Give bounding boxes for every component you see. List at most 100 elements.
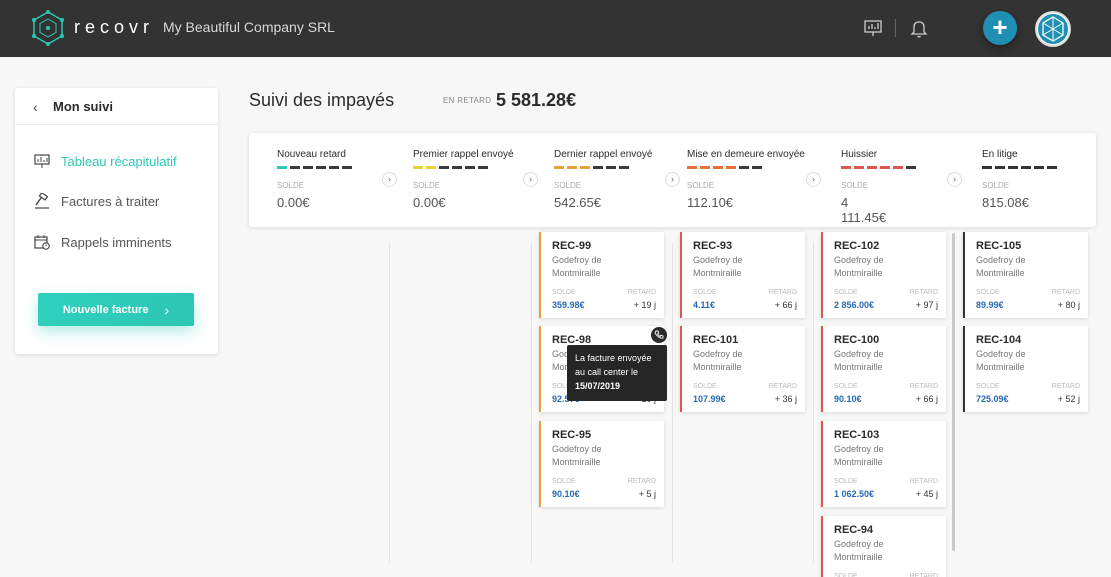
stage-dash xyxy=(329,166,339,169)
stage-dash xyxy=(465,166,475,169)
phone-icon[interactable] xyxy=(651,327,667,343)
retard-label: RETARD xyxy=(768,289,797,296)
invoice-card[interactable]: REC-101 Godefroy de Montmiraille SOLDE R… xyxy=(680,326,805,412)
new-invoice-button[interactable]: Nouvelle facture › xyxy=(38,293,194,326)
solde-label: SOLDE xyxy=(976,289,1000,296)
stage-dash xyxy=(906,166,916,169)
stage-amount: 112.10€ xyxy=(687,195,734,210)
invoice-balance: 90.10€ xyxy=(552,489,580,499)
stage-next-arrow-icon[interactable]: › xyxy=(947,172,962,187)
stage-dash xyxy=(982,166,992,169)
dashboard-icon xyxy=(33,152,51,170)
invoice-ref: REC-102 xyxy=(834,240,880,252)
stage-name: Huissier xyxy=(841,149,878,160)
stage-amount: 0.00€ xyxy=(413,195,446,210)
sidebar-item-invoices[interactable]: Factures à traiter xyxy=(33,191,213,211)
stage-next-arrow-icon[interactable]: › xyxy=(806,172,821,187)
invoice-ref: REC-93 xyxy=(693,240,733,252)
recovr-logo-icon[interactable] xyxy=(30,10,66,46)
invoice-client: Godefroy de Montmiraille xyxy=(552,255,602,278)
column-divider xyxy=(389,243,390,563)
stage-dash xyxy=(290,166,300,169)
invoice-ref: REC-100 xyxy=(834,334,880,346)
solde-label: SOLDE xyxy=(834,289,858,296)
invoice-balance: 725.09€ xyxy=(976,394,1009,404)
invoice-card[interactable]: REC-100 Godefroy de Montmiraille SOLDE R… xyxy=(821,326,946,412)
stage-progress xyxy=(277,166,355,169)
tooltip-line: au call center le xyxy=(575,367,639,377)
invoice-card[interactable]: REC-103 Godefroy de Montmiraille SOLDE R… xyxy=(821,421,946,507)
stage-progress xyxy=(413,166,491,169)
invoice-delay: + 97 j xyxy=(915,300,938,310)
stage-dash xyxy=(426,166,436,169)
column-divider xyxy=(531,243,532,563)
invoice-card[interactable]: REC-99 Godefroy de Montmiraille SOLDE RE… xyxy=(539,232,664,318)
invoice-balance: 1 062.50€ xyxy=(834,489,875,499)
invoice-balance: 89.99€ xyxy=(976,300,1004,310)
retard-label: RETARD xyxy=(1051,289,1080,296)
invoice-delay: + 45 j xyxy=(915,489,938,499)
stage-dash xyxy=(687,166,697,169)
chart-board-icon[interactable] xyxy=(862,17,884,39)
invoice-card[interactable]: REC-105 Godefroy de Montmiraille SOLDE R… xyxy=(963,232,1088,318)
solde-label: SOLDE xyxy=(834,383,858,390)
invoice-card[interactable]: REC-93 Godefroy de Montmiraille SOLDE RE… xyxy=(680,232,805,318)
invoice-delay: + 36 j xyxy=(774,394,797,404)
invoice-card[interactable]: REC-95 Godefroy de Montmiraille SOLDE RE… xyxy=(539,421,664,507)
calendar-clock-icon xyxy=(33,233,51,251)
back-chevron-icon[interactable]: ‹ xyxy=(33,99,38,115)
stage-amount: 0.00€ xyxy=(277,195,310,210)
stage-next-arrow-icon[interactable]: › xyxy=(523,172,538,187)
invoice-card[interactable]: REC-104 Godefroy de Montmiraille SOLDE R… xyxy=(963,326,1088,412)
column-divider xyxy=(672,243,673,563)
stage-next-arrow-icon[interactable]: › xyxy=(665,172,680,187)
stage-amount: 542.65€ xyxy=(554,195,601,210)
avatar[interactable] xyxy=(1035,11,1071,47)
stage-name: Nouveau retard xyxy=(277,149,346,160)
stage-next-arrow-icon[interactable]: › xyxy=(382,172,397,187)
bell-icon[interactable] xyxy=(908,17,930,39)
stage-dash xyxy=(1034,166,1044,169)
stage-dash xyxy=(413,166,423,169)
invoice-card[interactable]: REC-102 Godefroy de Montmiraille SOLDE R… xyxy=(821,232,946,318)
invoice-delay: + 80 j xyxy=(1057,300,1080,310)
retard-label: RETARD xyxy=(1051,383,1080,390)
stage-dash xyxy=(739,166,749,169)
stage-dash xyxy=(880,166,890,169)
stage-dash xyxy=(893,166,903,169)
invoice-card[interactable]: REC-94 Godefroy de Montmiraille SOLDE RE… xyxy=(821,516,946,577)
invoice-balance: 90.10€ xyxy=(834,394,862,404)
stage-dash xyxy=(726,166,736,169)
vertical-scrollbar[interactable] xyxy=(952,233,955,551)
stage-dash xyxy=(452,166,462,169)
company-name[interactable]: My Beautiful Company SRL xyxy=(163,19,335,35)
stage-name: Dernier rappel envoyé xyxy=(554,149,653,160)
new-invoice-label: Nouvelle facture xyxy=(62,303,149,316)
retard-label: RETARD xyxy=(909,573,938,577)
tooltip-line: La facture envoyée xyxy=(575,353,652,363)
retard-label: RETARD xyxy=(627,478,656,485)
page-title: Suivi des impayés xyxy=(249,90,395,110)
stage-solde-label: SOLDE xyxy=(982,181,1010,190)
invoice-ref: REC-95 xyxy=(552,429,592,441)
solde-label: SOLDE xyxy=(976,383,1000,390)
add-button[interactable]: + xyxy=(983,11,1017,45)
sidebar-item-label: Tableau récapitulatif xyxy=(61,153,177,169)
sidebar: ‹ Mon suivi Tableau récapitulatif Factur… xyxy=(15,88,218,354)
stage-solde-label: SOLDE xyxy=(413,181,441,190)
stage-dash xyxy=(316,166,326,169)
stage-solde-label: SOLDE xyxy=(841,181,869,190)
stage-name: Mise en demeure envoyée xyxy=(687,149,805,160)
solde-label: SOLDE xyxy=(552,478,576,485)
stage-dash xyxy=(1021,166,1031,169)
sidebar-item-label: Factures à traiter xyxy=(61,193,160,209)
solde-label: SOLDE xyxy=(693,289,717,296)
invoice-balance: 2 856.00€ xyxy=(834,300,875,310)
stage-dash xyxy=(841,166,851,169)
stage-dash xyxy=(713,166,723,169)
sidebar-header[interactable]: ‹ Mon suivi xyxy=(15,88,218,125)
sidebar-item-dashboard[interactable]: Tableau récapitulatif xyxy=(33,151,213,171)
late-amount: 5 581.28€ xyxy=(496,90,577,110)
sidebar-item-reminders[interactable]: Rappels imminents xyxy=(33,232,213,252)
retard-label: RETARD xyxy=(909,289,938,296)
